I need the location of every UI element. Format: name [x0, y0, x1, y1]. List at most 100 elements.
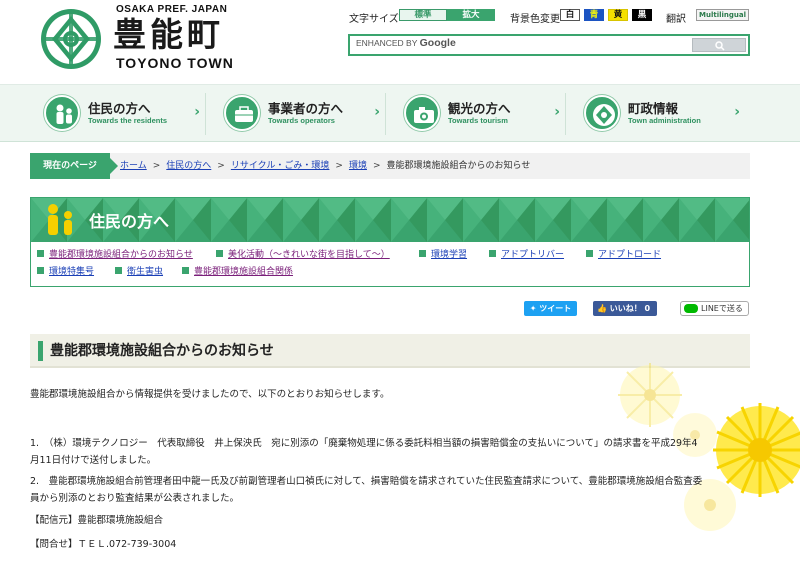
breadcrumb-current: 豊能郡環境施設組合からのお知らせ	[386, 161, 531, 171]
logo-town-en: TOYONO TOWN	[116, 55, 234, 71]
nav-tourism-sub: Towards tourism	[448, 116, 508, 125]
nav-residents-title: 住民の方へ	[88, 101, 151, 116]
bg-color-label: 背景色変更	[510, 14, 560, 25]
line-share-button[interactable]: LINEで送る	[680, 301, 749, 316]
translate-label: 翻訳	[666, 14, 686, 25]
nav-tourism[interactable]: 観光の方へ Towards tourism ›	[390, 91, 570, 137]
bg-black-button[interactable]: 黒	[632, 9, 652, 21]
section-menu: 住民の方へ 豊能郡環境施設組合からのお知らせ 美化活動（～きれいな街を目指して～…	[30, 197, 750, 287]
nav-administration[interactable]: 町政情報 Town administration ›	[570, 91, 750, 137]
search-box: ENHANCED BY Google	[348, 34, 750, 56]
page-title: 豊能郡環境施設組合からのお知らせ	[50, 343, 274, 359]
notice-item-1-line-1: 1. （株）環境テクノロジー 代表取締役 井上保泱氏 宛に別添の「廃棄物処理に係…	[30, 438, 698, 449]
google-logo: Google	[419, 37, 456, 49]
breadcrumb-separator: >	[152, 161, 161, 171]
nav-operators[interactable]: 事業者の方へ Towards operators ›	[210, 91, 390, 137]
chevron-right-icon: ›	[374, 104, 380, 120]
font-standard-button[interactable]: 標準	[399, 9, 447, 21]
breadcrumb-recycle[interactable]: リサイクル・ごみ・環境	[231, 161, 330, 171]
nav-residents[interactable]: 住民の方へ Towards the residents ›	[30, 91, 210, 137]
chevron-right-icon: ›	[194, 104, 200, 120]
section-banner: 住民の方へ	[31, 198, 749, 242]
chevron-right-icon: ›	[554, 104, 560, 120]
section-link-text: 豊能郡環境施設組合からのお知らせ	[49, 250, 193, 260]
notice-item-2-line-2: 員から別添のとおり監査結果が公表されました。	[30, 493, 240, 504]
breadcrumb-separator: >	[217, 161, 225, 171]
font-size-label: 文字サイズ	[349, 14, 399, 25]
nav-tourism-title: 観光の方へ	[448, 101, 511, 116]
residents-icon	[44, 95, 80, 131]
notice-item-2-line-1: 2. 豊能郡環境施設組合前管理者田中龍一氏及び前副管理者山口禎氏に対して、損害賠…	[30, 476, 703, 487]
nav-administration-sub: Town administration	[628, 116, 701, 125]
nav-residents-sub: Towards the residents	[88, 116, 168, 125]
logo-town-name[interactable]: 豊能町	[113, 16, 224, 54]
bullet-square-icon	[37, 250, 44, 257]
article-heading: 豊能郡環境施設組合からのお知らせ	[30, 334, 750, 368]
line-icon	[684, 304, 698, 313]
nav-divider	[385, 93, 386, 135]
bullet-square-icon	[115, 267, 122, 274]
bullet-square-icon	[37, 267, 44, 274]
town-emblem-icon[interactable]	[40, 8, 102, 70]
section-link-text: アドプトロード	[598, 250, 662, 260]
contact-text: 【問合せ】ＴＥＬ.072-739-3004	[30, 539, 177, 550]
breadcrumb: 現在のページ ホーム > 住民の方へ > リサイクル・ごみ・環境 > 環境 > 豊能郡環境施設組…	[30, 153, 750, 179]
breadcrumb-trail: ホーム > 住民の方へ > リサイクル・ごみ・環境 > 環境 > 豊能郡環境施設組合からのお知ら…	[120, 153, 530, 179]
nav-operators-sub: Towards operators	[268, 116, 335, 125]
nav-operators-title: 事業者の方へ	[268, 101, 344, 116]
notice-item-1-line-2: 月11日付けで送付しました。	[30, 455, 157, 466]
bullet-square-icon	[216, 250, 223, 257]
section-link-text: アドプトリバー	[501, 250, 565, 260]
twitter-bird-icon: ✦	[529, 304, 537, 313]
section-link[interactable]: アドプトロード	[586, 247, 661, 264]
nav-divider	[205, 93, 206, 135]
section-link-text: 環境学習	[431, 250, 468, 260]
briefcase-icon	[224, 95, 260, 131]
chevron-right-icon: ›	[734, 104, 740, 120]
tweet-label: ツイート	[539, 304, 572, 313]
logo-pref-text: OSAKA PREF. JAPAN	[116, 4, 228, 15]
bg-blue-button[interactable]: 青	[584, 9, 604, 21]
breadcrumb-label: 現在のページ	[30, 153, 118, 179]
search-input[interactable]: ENHANCED BY Google	[352, 37, 688, 53]
section-link-text: 環境特集号	[49, 267, 95, 277]
site-header: OSAKA PREF. JAPAN 豊能町 TOYONO TOWN 文字サイズ …	[0, 0, 800, 84]
search-icon	[715, 41, 725, 51]
section-link[interactable]: アドプトリバー	[489, 247, 564, 264]
sender-text: 【配信元】豊能郡環境施設組合	[30, 515, 164, 526]
intro-paragraph: 豊能郡環境施設組合から情報提供を受けましたので、以下のとおりお知らせします。	[30, 389, 390, 400]
breadcrumb-separator: >	[335, 161, 343, 171]
nav-administration-title: 町政情報	[628, 101, 679, 116]
section-link-text: 美化活動（～きれいな街を目指して～）	[228, 250, 390, 260]
bg-white-button[interactable]: 白	[560, 9, 580, 21]
heading-accent-bar	[38, 341, 43, 361]
search-button[interactable]	[692, 38, 746, 52]
line-label: LINEで送る	[701, 304, 743, 313]
bullet-square-icon	[182, 267, 189, 274]
bullet-square-icon	[586, 250, 593, 257]
residents-icon	[48, 204, 72, 235]
breadcrumb-residents[interactable]: 住民の方へ	[166, 161, 211, 171]
section-link[interactable]: 衛生害虫	[115, 264, 163, 281]
section-link-text: 衛生害虫	[127, 267, 164, 277]
tweet-button[interactable]: ✦ ツイート	[524, 301, 577, 316]
town-emblem-small-icon	[584, 95, 620, 131]
section-link[interactable]: 環境特集号	[37, 264, 94, 281]
bg-yellow-button[interactable]: 黄	[608, 9, 628, 21]
bullet-square-icon	[419, 250, 426, 257]
section-link[interactable]: 美化活動（～きれいな街を目指して～）	[216, 247, 390, 264]
section-title: 住民の方へ	[89, 212, 170, 231]
breadcrumb-home[interactable]: ホーム	[120, 161, 147, 171]
facebook-like-button[interactable]: 👍 いいね！ 0	[593, 301, 657, 316]
font-large-button[interactable]: 拡大	[447, 9, 495, 21]
bullet-square-icon	[489, 250, 496, 257]
thumbs-up-icon: 👍	[597, 304, 607, 313]
section-link-text: 豊能郡環境施設組合関係	[194, 267, 294, 277]
section-link[interactable]: 環境学習	[419, 247, 467, 264]
section-link[interactable]: 豊能郡環境施設組合関係	[182, 264, 293, 281]
like-label: いいね！ 0	[609, 304, 651, 313]
section-link[interactable]: 豊能郡環境施設組合からのお知らせ	[37, 247, 193, 264]
nav-divider	[565, 93, 566, 135]
breadcrumb-environment[interactable]: 環境	[349, 161, 367, 171]
multilingual-button[interactable]: Multilingual	[696, 9, 749, 21]
